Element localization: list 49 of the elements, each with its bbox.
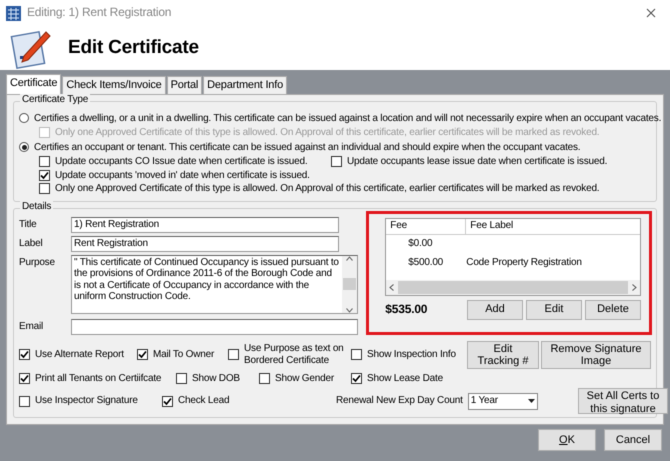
option-label: Update occupants 'moved in' date when certificate is issued.	[55, 170, 310, 182]
option-label: Only one Approved Certificate of this type is allowed. On Approval of this certificate, earlier certificates will be marked as revoked.	[55, 183, 600, 195]
total-amount: $535.00	[385, 302, 428, 317]
dropdown-value: 1 Year	[470, 395, 498, 407]
checkbox-label: Print all Tenants on Certiifcate	[35, 372, 162, 384]
fee-button[interactable]: Edit	[526, 300, 582, 320]
tab[interactable]: Department Info	[203, 76, 287, 94]
field-label: Label	[19, 236, 44, 251]
option-label: Certifies a dwelling, or a unit in a dwelling. This certificate can be issued against a location and will not necessarily expire when an occupant vacates.	[34, 112, 662, 124]
checkbox-label: Use Alternate Report	[35, 348, 124, 360]
dropdown[interactable]: 1 Year	[468, 392, 538, 410]
checkbox-label: Show Gender	[275, 372, 334, 384]
dialog-button[interactable]: OK	[538, 429, 596, 452]
option-label: Only one Approved Certificate of this type is allowed. On Approval of this certificate, earlier certificates will be marked as revoked.	[55, 127, 600, 139]
tab[interactable]: Portal	[166, 76, 202, 94]
tab[interactable]: Check Items/Invoice	[62, 76, 166, 94]
group-label: Details	[20, 200, 54, 212]
option-label: Certifies an occupant or tenant. This certificate can be issued against an individual and should expire when the occupant vacates.	[34, 142, 580, 154]
option-button[interactable]: Set All Certs to this signature	[578, 388, 668, 414]
field-label: Purpose	[19, 256, 56, 270]
field-label: Email	[19, 320, 44, 334]
text-field[interactable]: Rent Registration	[71, 236, 339, 252]
option-button[interactable]: Edit Tracking #	[467, 340, 539, 369]
column-header: Fee	[386, 218, 466, 234]
table-cell-text: $500.00	[407, 257, 444, 269]
option-label: Update occupants CO Issue date when certificate is issued.	[55, 156, 308, 168]
table-cell-text: $0.00	[407, 238, 434, 250]
fee-button[interactable]: Add	[467, 300, 523, 320]
column-header: Fee Label	[469, 218, 514, 233]
window-title: Editing: 1) Rent Registration	[27, 6, 172, 20]
checkbox-label: Show DOB	[192, 372, 240, 384]
option-label: Update occupants lease issue date when certificate is issued.	[347, 156, 608, 168]
field-label: Renewal New Exp Day Count	[336, 395, 463, 407]
text-field[interactable]: 1) Rent Registration	[71, 216, 339, 233]
dialog-button[interactable]: Cancel	[604, 429, 662, 452]
checkbox-label: Show Lease Date	[367, 372, 443, 384]
dialog-heading: Edit Certificate	[68, 37, 199, 59]
checkbox-label: Mail To Owner	[153, 348, 214, 360]
fee-button[interactable]: Delete	[585, 300, 641, 320]
option-button[interactable]: Remove Signature Image	[541, 340, 651, 369]
table-cell: Code Property Registration	[466, 257, 582, 269]
checkbox-label: Check Lead	[178, 395, 230, 407]
purpose-text: " This certificate of Continued Occupancy is issued pursuant to the provisions of Ordinance 2011-6 of the Borough Code and is not a Certificate of Occupancy in accordance with the uniform Construction Code.	[73, 256, 340, 304]
tab[interactable]: Certificate	[6, 74, 62, 94]
checkbox-label: Show Inspection Info	[367, 348, 456, 360]
checkbox-label: Use Inspector Signature	[35, 395, 138, 407]
checkbox-label: Use Purpose as text on Bordered Certificate	[244, 343, 345, 366]
field-label: Title	[19, 218, 38, 232]
group-label: Certificate Type	[20, 94, 90, 106]
